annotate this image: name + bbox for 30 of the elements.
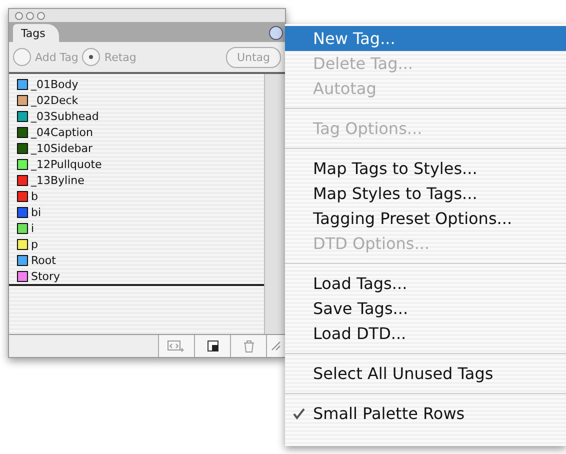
tag-name[interactable]: _10Sidebar xyxy=(31,142,93,154)
new-tag-button[interactable] xyxy=(194,335,230,357)
menu-item[interactable]: Load DTD... xyxy=(285,321,566,346)
tag-name[interactable]: _01Body xyxy=(31,78,78,90)
menu-item[interactable]: Small Palette Rows xyxy=(285,401,566,426)
resize-grip-icon[interactable] xyxy=(266,335,285,357)
tag-name[interactable]: bi xyxy=(31,206,42,218)
tag-name[interactable]: Story xyxy=(31,270,60,282)
scrollbar[interactable] xyxy=(264,74,285,334)
palette-tab[interactable]: Tags xyxy=(13,24,60,42)
tag-name[interactable]: i xyxy=(31,222,34,234)
tag-name[interactable]: _13Byline xyxy=(31,174,84,186)
tag-code-icon xyxy=(166,339,186,353)
tag-name[interactable]: Root xyxy=(31,254,56,266)
tag-name[interactable]: _03Subhead xyxy=(31,110,99,122)
trash-icon xyxy=(242,340,254,352)
menu-item[interactable]: Map Styles to Tags... xyxy=(285,181,566,206)
new-item-icon xyxy=(206,340,218,352)
menu-item[interactable]: Tagging Preset Options... xyxy=(285,206,566,231)
menu-item[interactable]: Map Tags to Styles... xyxy=(285,156,566,181)
menu-item[interactable]: New Tag... xyxy=(285,26,566,51)
tag-name[interactable]: _04Caption xyxy=(31,126,93,138)
menu-item[interactable]: Load Tags... xyxy=(285,271,566,296)
menu-item[interactable]: Select All Unused Tags xyxy=(285,361,566,386)
tag-name[interactable]: b xyxy=(31,190,38,202)
tag-name[interactable]: _02Deck xyxy=(31,94,78,106)
menu-item[interactable]: Save Tags... xyxy=(285,296,566,321)
tag-name[interactable]: p xyxy=(31,238,38,250)
tag-name[interactable]: _12Pullquote xyxy=(31,158,102,170)
palette-menu-button[interactable] xyxy=(269,26,283,40)
